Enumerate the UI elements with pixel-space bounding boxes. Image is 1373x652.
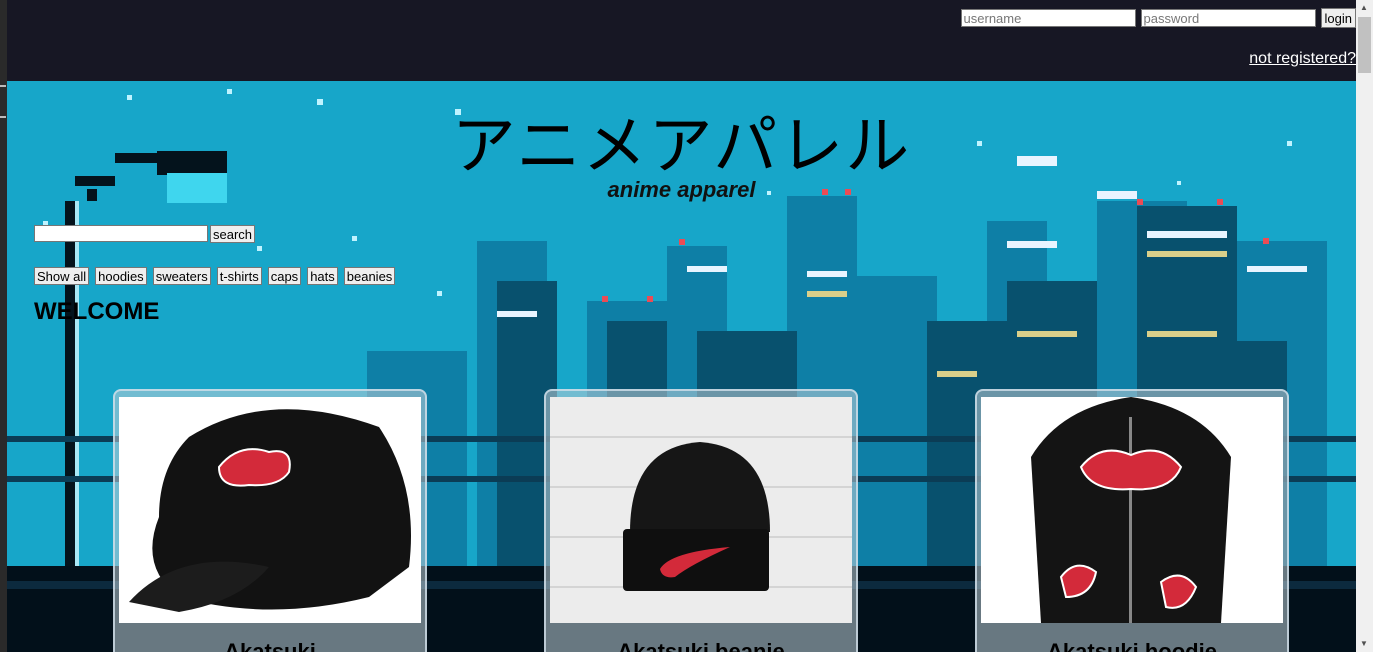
register-link[interactable]: not registered? xyxy=(1249,50,1356,68)
category-sweaters-button[interactable]: sweaters xyxy=(152,267,211,285)
product-name[interactable]: Akatsuki beanie xyxy=(546,639,856,652)
product-image-hoodie[interactable] xyxy=(981,397,1283,623)
login-button[interactable]: login xyxy=(1320,8,1356,28)
site-title: アニメアパレル xyxy=(451,110,912,184)
search-bar: search xyxy=(34,225,256,243)
category-show-all-button[interactable]: Show all xyxy=(34,267,90,285)
category-caps-button[interactable]: caps xyxy=(267,267,302,285)
search-button[interactable]: search xyxy=(210,225,256,243)
welcome-heading: WELCOME xyxy=(34,298,160,325)
product-image-cap[interactable] xyxy=(119,397,421,623)
username-input[interactable] xyxy=(960,9,1136,27)
password-input[interactable] xyxy=(1140,9,1316,27)
product-card[interactable]: Akatsuki xyxy=(113,389,427,652)
scroll-up-arrow-icon[interactable]: ▲ xyxy=(1360,3,1368,12)
category-tshirts-button[interactable]: t-shirts xyxy=(216,267,262,285)
category-filter: Show all hoodies sweaters t-shirts caps … xyxy=(34,267,396,285)
site-subtitle: anime apparel xyxy=(607,177,756,202)
product-card[interactable]: Akatsuki beanie xyxy=(544,389,858,652)
product-name[interactable]: Akatsuki hoodie xyxy=(977,639,1287,652)
product-card[interactable]: Akatsuki hoodie xyxy=(975,389,1289,652)
category-hats-button[interactable]: hats xyxy=(307,267,338,285)
product-name[interactable]: Akatsuki xyxy=(115,639,425,652)
hero-section: アニメアパレル anime apparel search Show all ho… xyxy=(7,81,1356,652)
left-window-edge xyxy=(0,0,7,652)
scroll-down-arrow-icon[interactable]: ▼ xyxy=(1360,639,1368,648)
category-hoodies-button[interactable]: hoodies xyxy=(95,267,147,285)
scrollbar-thumb[interactable] xyxy=(1358,17,1371,73)
product-image-beanie[interactable] xyxy=(550,397,852,623)
top-header: login not registered? xyxy=(7,0,1356,81)
search-input[interactable] xyxy=(34,225,208,242)
category-beanies-button[interactable]: beanies xyxy=(343,267,396,285)
login-form: login xyxy=(960,8,1356,28)
page-scrollbar[interactable]: ▲ ▼ xyxy=(1356,0,1373,652)
